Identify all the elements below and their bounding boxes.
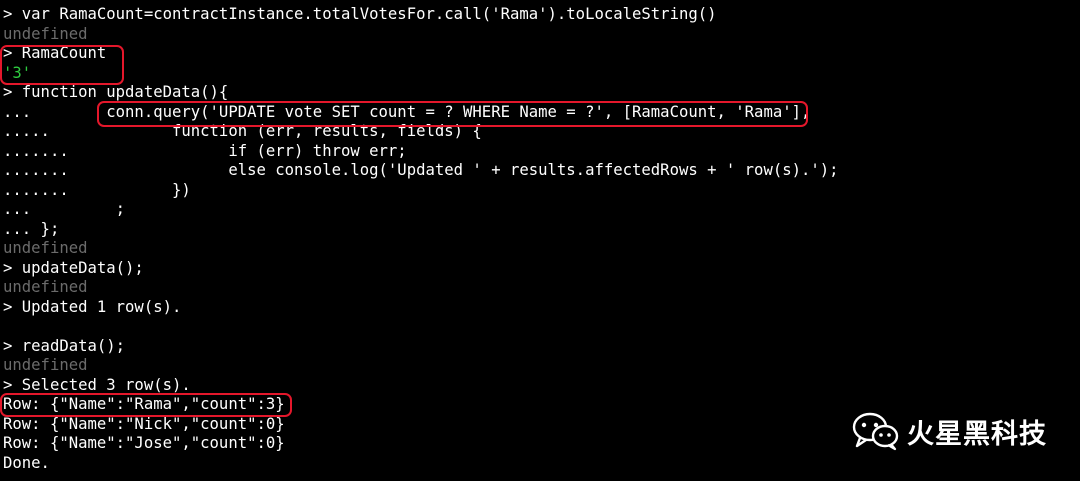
terminal-line-command: > function updateData(){ xyxy=(3,83,229,101)
watermark: 火星黑科技 xyxy=(851,411,1047,451)
watermark-text: 火星黑科技 xyxy=(907,418,1047,450)
terminal-line-undefined: undefined xyxy=(3,24,88,43)
terminal-line-output: > Updated 1 row(s). xyxy=(3,297,182,316)
terminal-line-row: Row: {"Name":"Jose","count":0} xyxy=(3,434,285,452)
highlight-ramacount-box xyxy=(0,45,124,85)
terminal-line-command: > readData(); xyxy=(3,336,126,355)
terminal-line-continuation: ....... }) xyxy=(3,180,191,199)
wechat-icon xyxy=(852,412,899,451)
terminal-line-undefined: undefined xyxy=(3,239,88,257)
terminal-line-undefined: undefined xyxy=(3,278,88,296)
highlight-query-box xyxy=(97,101,808,127)
terminal-line-done: Done. xyxy=(3,453,50,472)
highlight-rama-row-box xyxy=(0,393,292,417)
terminal-line-undefined: undefined xyxy=(3,356,88,374)
terminal-window[interactable]: > var RamaCount=contractInstance.totalVo… xyxy=(0,0,1080,481)
terminal-line-continuation: ....... if (err) throw err; xyxy=(3,141,407,160)
terminal-line-continuation: ... ; xyxy=(3,200,126,218)
terminal-line-row: Row: {"Name":"Nick","count":0} xyxy=(3,414,285,433)
terminal-line-continuation: ....... else console.log('Updated ' + re… xyxy=(3,161,839,179)
terminal-line-command: > var RamaCount=contractInstance.totalVo… xyxy=(3,5,717,23)
terminal-line-command: > updateData(); xyxy=(3,258,144,277)
terminal-line-continuation: ... }; xyxy=(3,219,60,238)
